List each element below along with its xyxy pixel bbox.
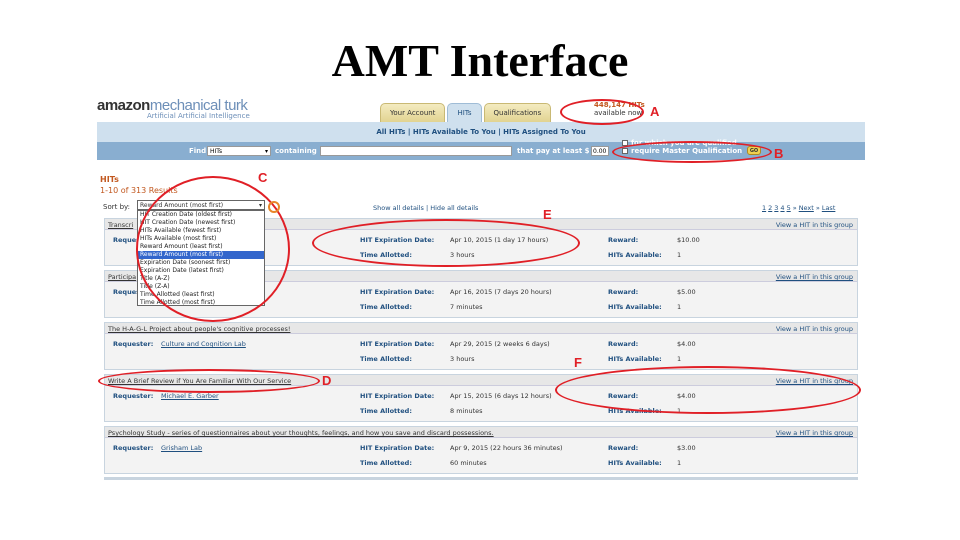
last-arrow[interactable]: » xyxy=(816,204,820,212)
reward-value: $5.00 xyxy=(677,288,696,296)
hit-title[interactable]: Transcri xyxy=(108,221,133,229)
reward-label: Reward: xyxy=(608,340,639,348)
allotted-label: Time Allotted: xyxy=(360,303,412,311)
allotted-value: 8 minutes xyxy=(450,407,483,415)
expiration-value: Apr 29, 2015 (2 weeks 6 days) xyxy=(450,340,550,348)
hit-title[interactable]: Participa xyxy=(108,273,136,281)
available-label: HITs Available: xyxy=(608,355,662,363)
view-hit-link[interactable]: View a HIT in this group xyxy=(776,273,853,281)
view-hit-link[interactable]: View a HIT in this group xyxy=(776,429,853,437)
chevron-down-icon: ▾ xyxy=(264,148,268,155)
expiration-label: HIT Expiration Date: xyxy=(360,444,435,452)
annotation-ring-a xyxy=(560,99,644,125)
annotation-label-e: E xyxy=(543,207,552,222)
tab-hits[interactable]: HITs xyxy=(447,103,482,122)
hit-row: Psychology Study - series of questionnai… xyxy=(104,426,858,474)
next-arrow[interactable]: » xyxy=(793,204,797,212)
available-value: 1 xyxy=(677,251,682,259)
sort-label: Sort by: xyxy=(103,203,131,211)
allotted-label: Time Allotted: xyxy=(360,459,412,467)
reward-label: Reward: xyxy=(608,236,639,244)
logo-tagline: Artificial Artificial Intelligence xyxy=(147,112,250,120)
reward-value: $10.00 xyxy=(677,236,700,244)
reward-value: $4.00 xyxy=(677,340,696,348)
reward-value: $3.00 xyxy=(677,444,696,452)
top-tabs: Your Account HITs Qualifications xyxy=(380,103,552,122)
find-select-value: HITs xyxy=(210,148,223,155)
last-link[interactable]: Last xyxy=(822,204,836,212)
allotted-value: 60 minutes xyxy=(450,459,487,467)
pay-label: that pay at least $ xyxy=(517,147,590,155)
reward-label: Reward: xyxy=(608,444,639,452)
annotation-ring-c xyxy=(136,176,290,322)
expiration-label: HIT Expiration Date: xyxy=(360,392,435,400)
available-value: 1 xyxy=(677,355,682,363)
page-link[interactable]: 5 xyxy=(787,204,791,212)
annotation-label-b: B xyxy=(774,146,784,161)
containing-label: containing xyxy=(275,147,317,155)
available-value: 1 xyxy=(677,459,682,467)
page-link[interactable]: 3 xyxy=(774,204,778,212)
annotation-label-d: D xyxy=(322,373,332,388)
hit-title[interactable]: The H-A-G-L Project about people's cogni… xyxy=(108,325,290,333)
reward-label: Reward: xyxy=(608,288,639,296)
search-input[interactable] xyxy=(320,146,512,156)
annotation-ring-b xyxy=(612,141,772,163)
requester-label: Requester: xyxy=(113,340,154,348)
available-label: HITs Available: xyxy=(608,459,662,467)
hit-row: The H-A-G-L Project about people's cogni… xyxy=(104,322,858,370)
details-toggle[interactable]: Show all details | Hide all details xyxy=(373,204,478,212)
hits-nav[interactable]: All HITs | HITs Available To You | HITs … xyxy=(97,122,865,142)
annotation-label-a: A xyxy=(650,104,660,119)
tab-your-account[interactable]: Your Account xyxy=(380,103,446,122)
annotation-label-c: C xyxy=(258,170,268,185)
amt-logo[interactable]: amazonmechanical turk Artificial Artific… xyxy=(97,97,267,123)
requester-link[interactable]: Grisham Lab xyxy=(161,444,202,452)
allotted-label: Time Allotted: xyxy=(360,407,412,415)
requester-link[interactable]: Culture and Cognition Lab xyxy=(161,340,246,348)
slide-title: AMT Interface xyxy=(331,35,629,86)
expiration-label: HIT Expiration Date: xyxy=(360,288,435,296)
find-select[interactable]: HITs ▾ xyxy=(207,146,271,156)
hit-title[interactable]: Psychology Study - series of questionnai… xyxy=(108,429,494,437)
allotted-label: Time Allotted: xyxy=(360,355,412,363)
pagination: 1 2 3 4 5» Next» Last xyxy=(762,204,837,212)
page-link[interactable]: 4 xyxy=(780,204,784,212)
available-value: 1 xyxy=(677,303,682,311)
expiration-label: HIT Expiration Date: xyxy=(360,340,435,348)
expiration-value: Apr 15, 2015 (6 days 12 hours) xyxy=(450,392,552,400)
allotted-value: 3 hours xyxy=(450,355,475,363)
page-link[interactable]: 1 xyxy=(762,204,766,212)
available-label: HITs Available: xyxy=(608,251,662,259)
requester-label: Requester: xyxy=(113,392,154,400)
cursor-icon xyxy=(268,201,280,213)
annotation-ring-f xyxy=(555,366,861,414)
next-link[interactable]: Next xyxy=(799,204,814,212)
annotation-label-f: F xyxy=(574,355,582,370)
find-label: Find xyxy=(189,147,207,155)
view-hit-link[interactable]: View a HIT in this group xyxy=(776,325,853,333)
requester-link[interactable]: Michael E. Garber xyxy=(161,392,219,400)
available-label: HITs Available: xyxy=(608,303,662,311)
annotation-ring-e xyxy=(312,219,580,267)
next-row-edge xyxy=(104,477,858,480)
annotation-ring-d xyxy=(98,369,320,393)
min-pay-input[interactable]: 0.00 xyxy=(591,146,609,156)
page-link[interactable]: 2 xyxy=(768,204,772,212)
view-hit-link[interactable]: View a HIT in this group xyxy=(776,221,853,229)
page-title: HITs xyxy=(100,175,119,184)
logo-main: amazon xyxy=(97,97,150,114)
expiration-value: Apr 9, 2015 (22 hours 36 minutes) xyxy=(450,444,563,452)
expiration-value: Apr 16, 2015 (7 days 20 hours) xyxy=(450,288,552,296)
allotted-value: 7 minutes xyxy=(450,303,483,311)
requester-label: Requester: xyxy=(113,444,154,452)
tab-qualifications[interactable]: Qualifications xyxy=(483,103,552,122)
